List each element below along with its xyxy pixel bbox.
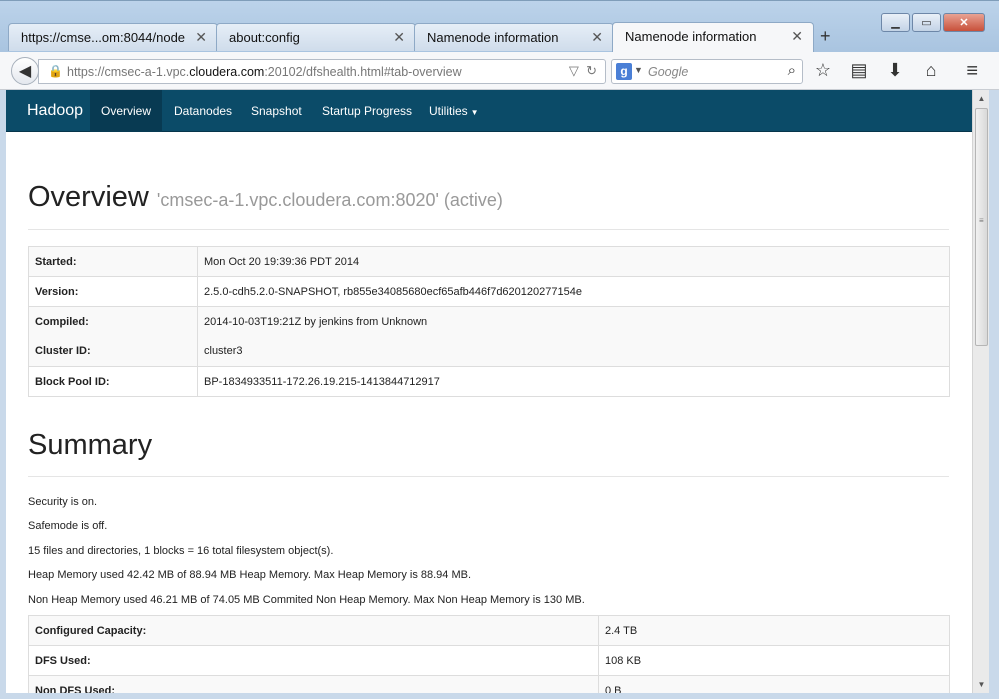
search-engine-dropdown-icon[interactable]: ▼ — [634, 65, 643, 75]
url-suffix: :20102/dfshealth.html#tab-overview — [264, 65, 462, 79]
tab-title: https://cmse...om:8044/node — [21, 30, 186, 45]
vertical-scrollbar[interactable]: ▲ ≡ ▼ — [972, 90, 989, 693]
magnifier-icon[interactable]: ⌕ — [788, 62, 796, 79]
row-key: DFS Used: — [28, 645, 599, 676]
nav-datanodes[interactable]: Datanodes — [174, 90, 232, 132]
row-key: Configured Capacity: — [28, 615, 599, 646]
toolbar-buttons: ☆ ▤ ⬇ ⌂ — [812, 60, 942, 81]
nav-overview[interactable]: Overview — [90, 90, 162, 132]
hamburger-icon[interactable]: ≡ — [966, 60, 978, 83]
row-value: 0 B — [598, 675, 950, 693]
tab-title: Namenode information — [625, 29, 757, 44]
tab-close-icon[interactable]: ✕ — [195, 29, 207, 46]
scroll-down-icon[interactable]: ▼ — [973, 676, 990, 693]
table-row: Non DFS Used: 0 B — [28, 675, 950, 693]
lock-icon: 🔒 — [48, 64, 63, 78]
download-icon[interactable]: ⬇ — [884, 60, 906, 81]
search-placeholder: Google — [648, 65, 689, 79]
tab-close-icon[interactable]: ✕ — [591, 29, 603, 46]
tab-namenode-1[interactable]: Namenode information ✕ — [414, 23, 614, 51]
window-frame-right — [989, 90, 999, 699]
table-row: Block Pool ID: BP-1834933511-172.26.19.2… — [28, 366, 950, 397]
overview-table: Started: Mon Oct 20 19:39:36 PDT 2014 Ve… — [28, 246, 950, 397]
capacity-table: Configured Capacity: 2.4 TB DFS Used: 10… — [28, 615, 950, 693]
window-controls: ▁ ▭ ✕ — [881, 13, 985, 32]
security-status: Security is on. — [28, 496, 98, 508]
table-row: Version: 2.5.0-cdh5.2.0-SNAPSHOT, rb855e… — [28, 276, 950, 307]
row-key: Non DFS Used: — [28, 675, 599, 693]
star-icon[interactable]: ☆ — [812, 60, 834, 81]
list-icon[interactable]: ▤ — [848, 60, 870, 81]
google-icon[interactable]: g — [616, 63, 632, 80]
table-row: DFS Used: 108 KB — [28, 645, 950, 676]
reload-icon[interactable]: ↻ — [586, 63, 597, 78]
row-value: 108 KB — [598, 645, 950, 676]
minimize-button[interactable]: ▁ — [881, 13, 910, 32]
tab-title: Namenode information — [427, 30, 559, 45]
row-key: Version: — [28, 276, 198, 307]
tab-title: about:config — [229, 30, 300, 45]
hadoop-brand[interactable]: Hadoop — [27, 102, 83, 120]
table-row: Configured Capacity: 2.4 TB — [28, 615, 950, 646]
overview-title: Overview — [28, 181, 149, 213]
summary-heading: Summary — [28, 429, 153, 461]
browser-tab-bar: https://cmse...om:8044/node ✕ about:conf… — [0, 0, 999, 52]
tab-close-icon[interactable]: ✕ — [393, 29, 405, 46]
row-key: Block Pool ID: — [28, 366, 198, 397]
url-tools: ▽ ↻ — [569, 63, 597, 79]
search-bar[interactable]: g ▼ Google ⌕ — [611, 59, 803, 84]
tab-node[interactable]: https://cmse...om:8044/node ✕ — [8, 23, 218, 51]
home-icon[interactable]: ⌂ — [920, 60, 942, 81]
caret-down-icon: ▼ — [470, 108, 479, 117]
row-value: 2014-10-03T19:21Z by jenkins from Unknow… — [197, 306, 950, 337]
overview-subtitle: 'cmsec-a-1.vpc.cloudera.com:8020' (activ… — [156, 190, 503, 210]
back-button[interactable]: ◀ — [11, 57, 39, 85]
back-arrow-icon: ◀ — [18, 63, 32, 80]
scrollbar-thumb[interactable]: ≡ — [975, 108, 988, 346]
dropdown-arrow-icon[interactable]: ▽ — [569, 63, 579, 78]
non-heap-memory: Non Heap Memory used 46.21 MB of 74.05 M… — [28, 594, 585, 606]
filesystem-objects: 15 files and directories, 1 blocks = 16 … — [28, 545, 334, 557]
url-prefix: https://cmsec-a-1.vpc. — [67, 65, 190, 79]
nav-utilities[interactable]: Utilities ▼ — [429, 90, 479, 132]
row-value: cluster3 — [197, 336, 950, 367]
row-key: Compiled: — [28, 306, 198, 337]
tab-close-icon[interactable]: ✕ — [791, 28, 803, 45]
url-bar[interactable]: 🔒 https://cmsec-a-1.vpc.cloudera.com:201… — [38, 59, 606, 84]
safemode-status: Safemode is off. — [28, 520, 108, 532]
nav-snapshot[interactable]: Snapshot — [251, 90, 302, 132]
new-tab-button[interactable]: + — [820, 26, 831, 47]
close-window-button[interactable]: ✕ — [943, 13, 985, 32]
url-domain: cloudera.com — [189, 65, 265, 79]
divider — [28, 476, 949, 477]
table-row: Compiled: 2014-10-03T19:21Z by jenkins f… — [28, 306, 950, 337]
tab-namenode-active[interactable]: Namenode information ✕ — [612, 22, 814, 52]
nav-utilities-label: Utilities — [429, 104, 468, 118]
hadoop-navbar: Hadoop Overview Datanodes Snapshot Start… — [6, 90, 972, 132]
row-value: Mon Oct 20 19:39:36 PDT 2014 — [197, 246, 950, 277]
nav-startup-progress[interactable]: Startup Progress — [322, 90, 412, 132]
row-value: BP-1834933511-172.26.19.215-141384471291… — [197, 366, 950, 397]
page-viewport: Hadoop Overview Datanodes Snapshot Start… — [6, 90, 972, 693]
grip-icon: ≡ — [979, 216, 984, 225]
browser-toolbar: 🔒 https://cmsec-a-1.vpc.cloudera.com:201… — [0, 52, 999, 90]
heap-memory: Heap Memory used 42.42 MB of 88.94 MB He… — [28, 569, 472, 581]
window-frame-bottom — [0, 693, 999, 699]
scroll-up-icon[interactable]: ▲ — [973, 90, 990, 107]
row-key: Cluster ID: — [28, 336, 198, 367]
table-row: Started: Mon Oct 20 19:39:36 PDT 2014 — [28, 246, 950, 277]
row-value: 2.5.0-cdh5.2.0-SNAPSHOT, rb855e34085680e… — [197, 276, 950, 307]
table-row: Cluster ID: cluster3 — [28, 336, 950, 367]
row-key: Started: — [28, 246, 198, 277]
row-value: 2.4 TB — [598, 615, 950, 646]
divider — [28, 229, 949, 230]
maximize-button[interactable]: ▭ — [912, 13, 941, 32]
overview-heading: Overview 'cmsec-a-1.vpc.cloudera.com:802… — [28, 181, 503, 214]
tab-about-config[interactable]: about:config ✕ — [216, 23, 416, 51]
